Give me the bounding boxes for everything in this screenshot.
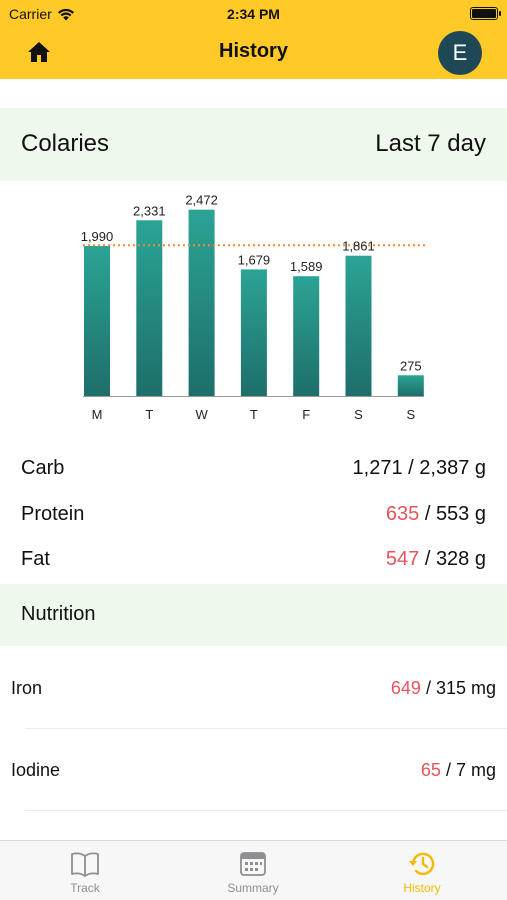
nutrient-target: 7 mg: [455, 760, 496, 780]
nutrient-row[interactable]: Iodine 65 / 7 mg: [0, 750, 507, 790]
x-tick-label: T: [145, 407, 153, 422]
date-range-selector[interactable]: Last 7 day: [375, 130, 486, 158]
chart-bar: [293, 276, 320, 396]
macro-value: 547 / 328 g: [386, 548, 486, 571]
macro-target: 328 g: [435, 548, 486, 570]
chart-bar: [240, 269, 267, 396]
macro-consumed: 547: [385, 548, 420, 570]
nutrition-header: Nutrition: [0, 584, 507, 646]
macro-target: 553 g: [435, 503, 486, 525]
macro-separator: /: [419, 548, 436, 570]
macro-target: 2,387 g: [419, 457, 486, 479]
macro-value: 1,271 / 2,387 g: [353, 457, 486, 480]
macro-consumed: 635: [385, 503, 420, 525]
nutrient-separator: /: [420, 678, 436, 698]
status-bar: Carrier 2:34 PM: [0, 0, 507, 28]
tab-history-label: History: [403, 881, 441, 895]
macro-row: Protein 635 / 553 g: [0, 499, 507, 529]
chart-bar: [397, 375, 424, 396]
macro-consumed: 1,271: [352, 457, 403, 479]
macro-value: 635 / 553 g: [386, 503, 486, 526]
history-icon: [409, 852, 435, 876]
x-tick-label: S: [354, 407, 363, 422]
row-divider: [25, 728, 507, 729]
tab-bar: Track Summary History: [0, 840, 507, 900]
bar-value-label: 1,679: [238, 252, 271, 267]
macro-separator: /: [402, 457, 420, 479]
macro-label: Protein: [21, 503, 85, 525]
bar-value-label: 275: [400, 358, 422, 373]
macro-label: Fat: [21, 548, 50, 570]
calendar-icon: [240, 852, 266, 876]
nutrient-target: 315 mg: [435, 678, 496, 698]
chart-bar: [188, 209, 215, 396]
avatar[interactable]: E: [438, 31, 482, 75]
bar-value-label: 2,472: [185, 193, 218, 208]
x-tick-label: M: [92, 407, 103, 422]
x-tick-label: S: [406, 407, 415, 422]
tab-summary[interactable]: Summary: [193, 849, 313, 895]
bar-value-label: 1,990: [81, 229, 114, 244]
macro-separator: /: [419, 503, 436, 525]
nutrition-title: Nutrition: [21, 603, 96, 625]
tab-track-label: Track: [70, 881, 100, 895]
book-icon: [71, 852, 99, 877]
tab-summary-label: Summary: [227, 881, 279, 895]
macro-row: Fat 547 / 328 g: [0, 544, 507, 574]
battery-icon: [470, 7, 501, 20]
nutrient-label: Iodine: [11, 760, 61, 780]
x-tick-label: F: [302, 407, 310, 422]
nutrient-separator: /: [440, 760, 456, 780]
nutrient-value: 65 / 7 mg: [421, 760, 496, 781]
tab-history[interactable]: History: [362, 849, 482, 895]
bar-value-label: 2,331: [133, 203, 166, 218]
x-tick-label: W: [195, 407, 208, 422]
bar-value-label: 1,861: [342, 239, 375, 254]
nutrient-consumed: 65: [420, 760, 441, 780]
nutrient-label: Iron: [11, 678, 43, 698]
nutrient-row[interactable]: Iron 649 / 315 mg: [0, 668, 507, 708]
header-bar: Carrier 2:34 PM History E: [0, 0, 507, 79]
x-tick-label: T: [250, 407, 258, 422]
nutrient-value: 649 / 315 mg: [391, 678, 496, 699]
calories-header: Colaries Last 7 day: [0, 108, 507, 181]
clock: 2:34 PM: [227, 6, 280, 22]
calories-bar-chart: 1,990 M 2,331 T 2,472 W 1,679 T 1,589 F 1,861 S 275 S: [81, 193, 426, 422]
bar-value-label: 1,589: [290, 259, 323, 274]
chart-bar: [345, 255, 372, 396]
tab-track[interactable]: Track: [25, 849, 145, 895]
macro-row: Carb 1,271 / 2,387 g: [0, 453, 507, 483]
nutrient-consumed: 649: [390, 678, 421, 698]
calories-title: Colaries: [21, 130, 110, 157]
macro-label: Carb: [21, 457, 65, 479]
chart-bar: [136, 220, 163, 396]
page-title: History: [219, 40, 288, 62]
row-divider: [25, 810, 507, 811]
chart-bar: [84, 245, 110, 396]
